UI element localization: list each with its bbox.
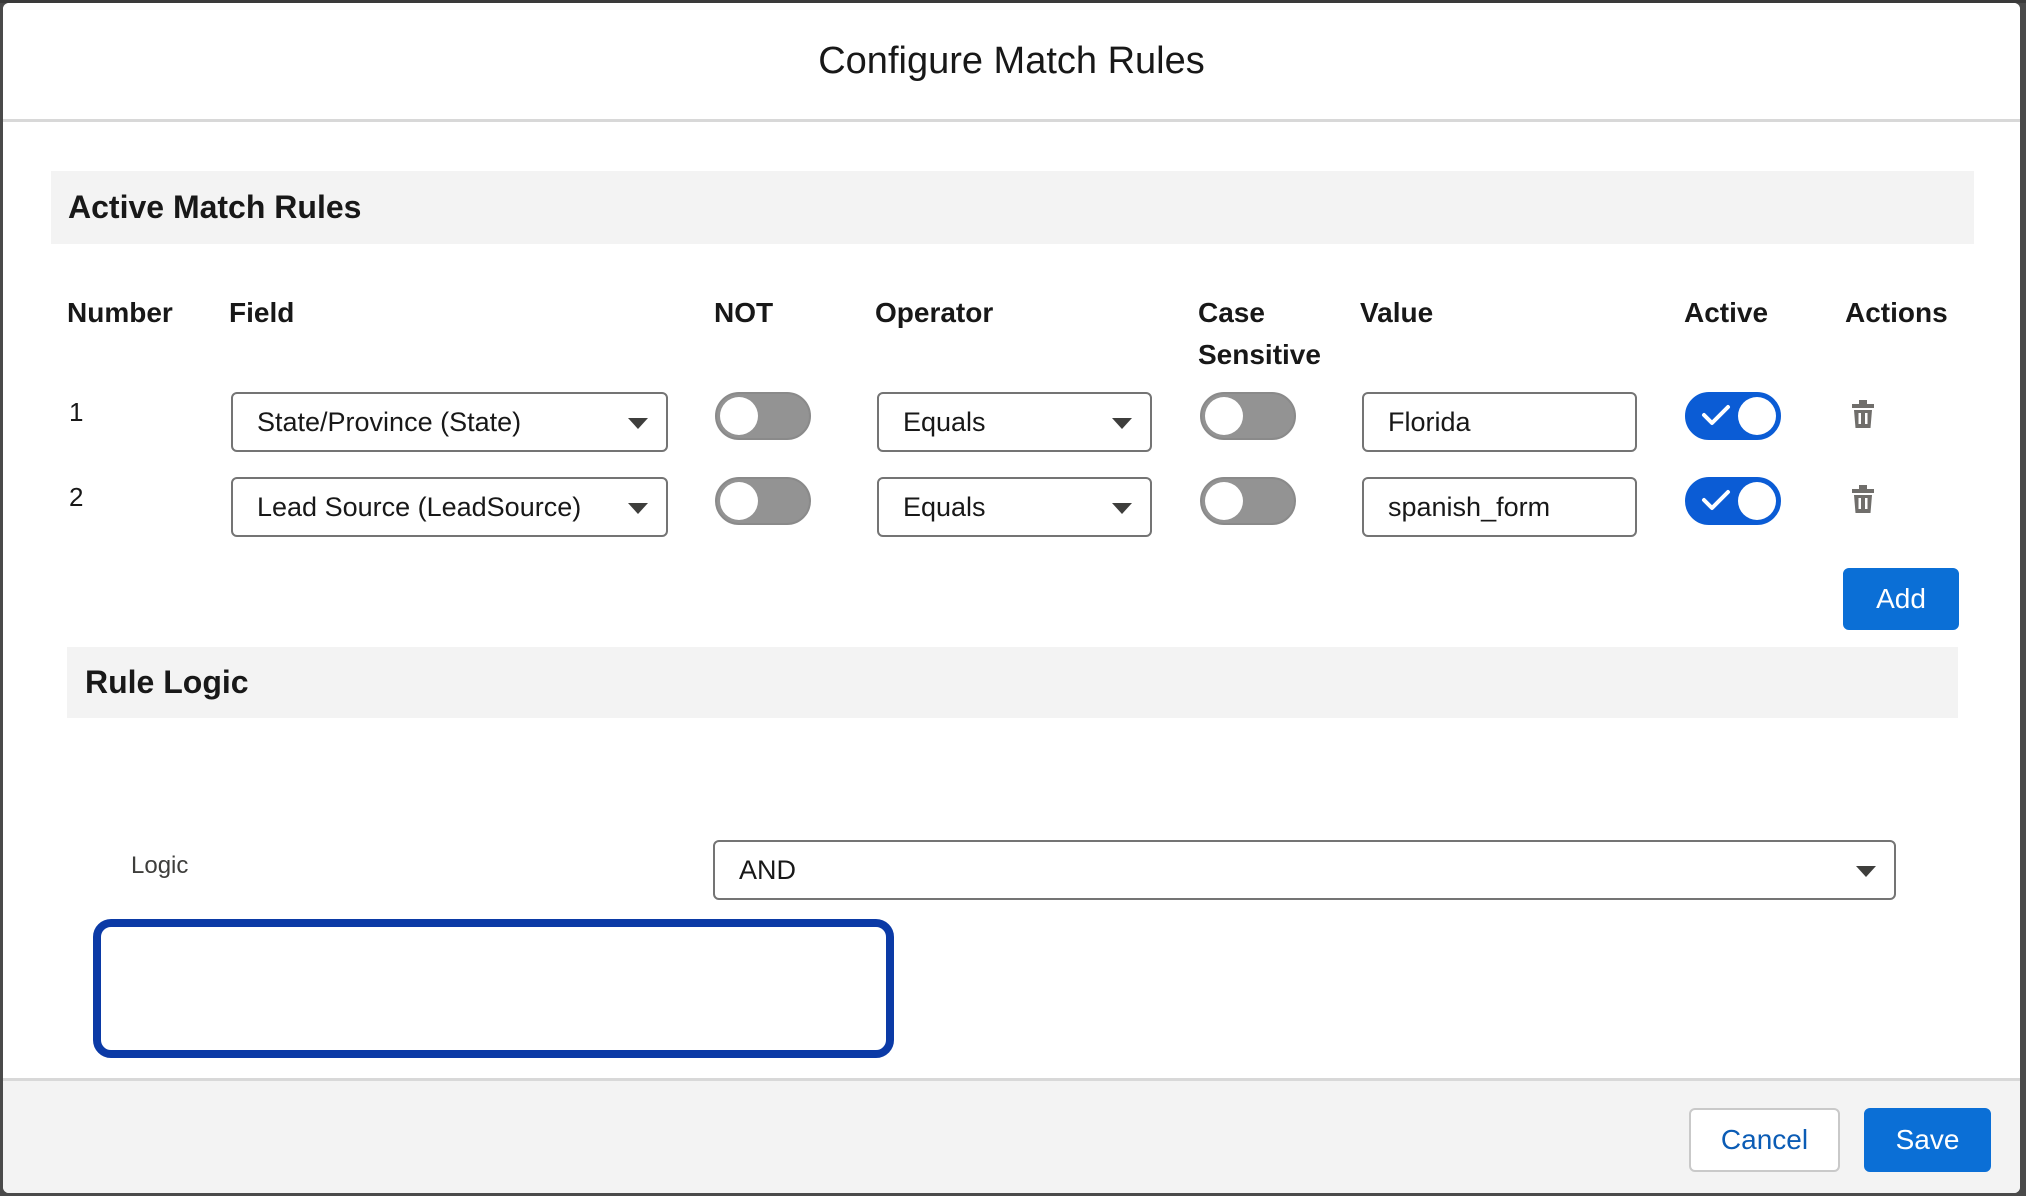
column-header-operator: Operator (875, 297, 994, 328)
field-select-value: State/Province (State) (257, 407, 522, 437)
trash-icon[interactable] (1851, 400, 1875, 428)
column-header-case-sensitive-line2: Sensitive (1198, 339, 1321, 370)
logic-select-value: AND (739, 855, 797, 885)
case-sensitive-toggle[interactable] (1200, 477, 1296, 525)
operator-select-value: Equals (903, 492, 986, 522)
rule-number: 2 (69, 482, 84, 512)
column-header-actions: Actions (1845, 297, 1948, 328)
modal-body: Active Match Rules Number Field NOT Oper… (3, 122, 2020, 1078)
active-toggle[interactable] (1685, 392, 1781, 440)
trash-icon[interactable] (1851, 485, 1875, 513)
modal-footer: Cancel Save (3, 1078, 2020, 1193)
operator-select[interactable]: Equals (877, 392, 1152, 452)
field-select[interactable]: State/Province (State) (231, 392, 668, 452)
column-header-number: Number (67, 297, 173, 328)
column-header-case-sensitive-line1: Case (1198, 297, 1265, 328)
toggle-knob (720, 397, 758, 435)
chevron-down-icon (1856, 866, 1876, 877)
active-toggle[interactable] (1685, 477, 1781, 525)
case-sensitive-toggle[interactable] (1200, 392, 1296, 440)
value-input[interactable]: spanish_form (1362, 477, 1637, 537)
rule-number: 1 (69, 397, 84, 427)
not-toggle[interactable] (715, 477, 811, 525)
chevron-down-icon (1112, 503, 1132, 514)
operator-select[interactable]: Equals (877, 477, 1152, 537)
toggle-knob (1738, 482, 1776, 520)
active-match-rules-header: Active Match Rules (51, 171, 1974, 244)
configure-match-rules-modal: Configure Match Rules Active Match Rules… (3, 3, 2020, 1193)
column-header-not: NOT (714, 297, 774, 328)
operator-select-value: Equals (903, 407, 986, 437)
chevron-down-icon (628, 503, 648, 514)
checkmark-icon (1702, 405, 1730, 425)
logic-select[interactable]: AND (713, 840, 1896, 900)
toggle-knob (1738, 397, 1776, 435)
toggle-knob (1205, 397, 1243, 435)
modal-header: Configure Match Rules (3, 3, 2020, 122)
chevron-down-icon (1112, 418, 1132, 429)
value-input-text: spanish_form (1388, 492, 1551, 522)
chevron-down-icon (628, 418, 648, 429)
column-header-active: Active (1684, 297, 1769, 328)
highlight-box (93, 919, 894, 1058)
logic-label: Logic (131, 852, 189, 879)
column-header-field: Field (229, 297, 295, 328)
toggle-knob (720, 482, 758, 520)
column-header-value: Value (1360, 297, 1434, 328)
add-button[interactable]: Add (1843, 568, 1959, 630)
value-input-text: Florida (1388, 407, 1471, 437)
save-button[interactable]: Save (1864, 1108, 1991, 1172)
field-select-value: Lead Source (LeadSource) (257, 492, 582, 522)
modal-title: Configure Match Rules (818, 40, 1205, 82)
cancel-button[interactable]: Cancel (1689, 1108, 1840, 1172)
rule-logic-title: Rule Logic (85, 664, 249, 700)
toggle-knob (1205, 482, 1243, 520)
rule-logic-header: Rule Logic (67, 647, 1958, 718)
value-input[interactable]: Florida (1362, 392, 1637, 452)
not-toggle[interactable] (715, 392, 811, 440)
checkmark-icon (1702, 490, 1730, 510)
field-select[interactable]: Lead Source (LeadSource) (231, 477, 668, 537)
active-match-rules-title: Active Match Rules (68, 189, 362, 225)
